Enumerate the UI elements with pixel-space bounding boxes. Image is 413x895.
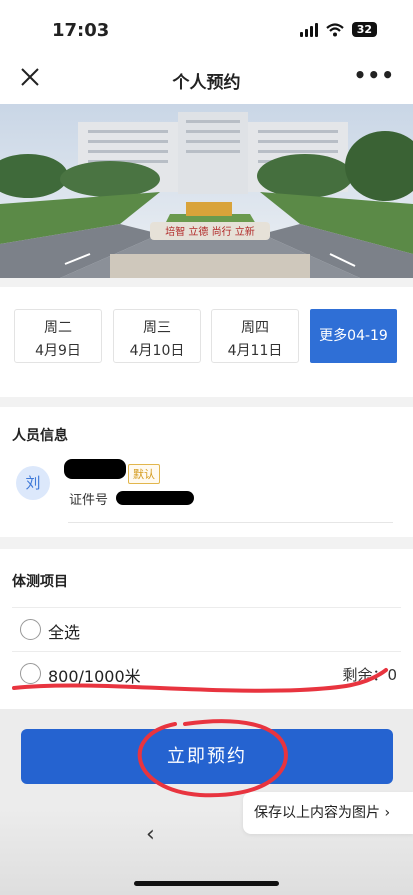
- date-selector: 周二 4月9日 周三 4月10日 周四 4月11日 更多04-19: [0, 287, 413, 397]
- status-time: 17:03: [52, 20, 110, 41]
- date-day: 4月10日: [129, 343, 185, 359]
- date-day: 4月11日: [227, 343, 283, 359]
- person-section-title: 人员信息: [12, 428, 68, 444]
- date-weekday: 周四: [241, 320, 269, 336]
- wifi-icon: [325, 22, 344, 36]
- date-option-tue[interactable]: 周二 4月9日: [14, 309, 102, 363]
- save-as-image-button[interactable]: 保存以上内容为图片 ›: [243, 792, 413, 834]
- battery-icon: 32: [351, 22, 377, 37]
- test-items-section: 体测项目 全选 800/1000米 剩余：0: [0, 549, 413, 709]
- remaining-label: 剩余：: [342, 666, 388, 684]
- date-option-thu[interactable]: 周四 4月11日: [211, 309, 299, 363]
- back-arrow-icon[interactable]: ‹: [146, 822, 155, 847]
- date-weekday: 周二: [44, 320, 72, 336]
- redacted-name: [64, 459, 126, 479]
- date-day: 4月9日: [35, 343, 81, 359]
- redacted-id-number: [116, 491, 194, 505]
- test-item-radio[interactable]: [20, 663, 41, 684]
- signal-icon: [299, 22, 318, 37]
- status-icons: 32: [299, 22, 377, 37]
- book-now-button[interactable]: 立即预约: [21, 729, 393, 784]
- nav-bar: 个人预约 •••: [0, 55, 413, 105]
- test-item-label: 800/1000米: [48, 667, 141, 686]
- avatar: 刘: [16, 466, 50, 500]
- default-badge: 默认: [128, 464, 160, 484]
- test-section-title: 体测项目: [12, 574, 68, 590]
- select-all-radio[interactable]: [20, 619, 41, 640]
- divider: [68, 522, 393, 523]
- campus-sign-text: 培智 立德 尚行 立新: [165, 225, 255, 238]
- date-weekday: 周三: [143, 320, 171, 336]
- campus-banner-image: 培智 立德 尚行 立新: [0, 104, 413, 278]
- select-all-row[interactable]: 全选: [12, 607, 401, 651]
- test-item-row[interactable]: 800/1000米 剩余：0: [12, 651, 401, 695]
- page-title: 个人预约: [172, 73, 241, 93]
- select-all-label: 全选: [48, 623, 81, 642]
- more-dates-button[interactable]: 更多04-19: [310, 309, 397, 363]
- more-menu-icon[interactable]: •••: [354, 63, 395, 87]
- id-number-label: 证件号: [69, 493, 109, 508]
- remaining-value: 0: [387, 666, 397, 684]
- status-bar: 17:03 32: [0, 0, 413, 55]
- date-option-wed[interactable]: 周三 4月10日: [113, 309, 201, 363]
- remaining-count: 剩余：0: [342, 664, 397, 685]
- home-indicator: [134, 881, 279, 886]
- person-info-section: 人员信息 刘 默认 证件号: [0, 407, 413, 537]
